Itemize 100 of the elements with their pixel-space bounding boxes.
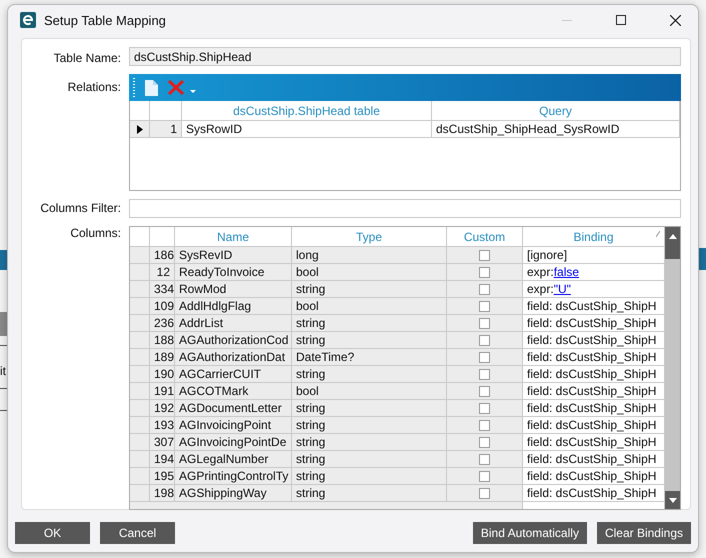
row-selector[interactable] xyxy=(130,247,150,264)
table-cell: RowMod xyxy=(175,281,292,298)
column-header[interactable]: Query xyxy=(432,101,680,121)
scroll-up-icon[interactable] xyxy=(668,234,676,238)
table-cell: AGDocumentLetter xyxy=(175,400,292,417)
row-number: 186 xyxy=(150,247,175,264)
field-label: Table Name: xyxy=(52,50,121,66)
field-label: Columns: xyxy=(69,226,121,242)
row-selector[interactable] xyxy=(130,264,150,281)
custom-checkbox[interactable] xyxy=(479,454,490,464)
table-cell: string xyxy=(292,451,447,468)
dialog-button[interactable]: OK xyxy=(15,522,90,544)
maximize-icon[interactable] xyxy=(616,15,626,25)
row-number: 236 xyxy=(150,315,175,332)
columns-filter-field[interactable] xyxy=(129,199,681,218)
dialog-button[interactable]: Cancel xyxy=(100,522,175,544)
window-title: Setup Table Mapping xyxy=(44,12,167,28)
current-row-icon xyxy=(136,124,142,134)
row-number: 193 xyxy=(150,417,175,434)
table-cell: AGAuthorizationDat xyxy=(175,349,292,366)
row-number: 307 xyxy=(150,434,175,451)
custom-checkbox[interactable] xyxy=(479,266,490,278)
row-selector[interactable] xyxy=(130,315,150,332)
custom-checkbox[interactable] xyxy=(479,386,490,396)
column-header[interactable]: Custom xyxy=(447,227,523,247)
binding-link[interactable]: false xyxy=(554,265,580,279)
table-cell: ReadyToInvoice xyxy=(175,264,292,281)
table-cell: AGInvoicingPointDe xyxy=(175,434,292,451)
table-cell: string xyxy=(292,417,447,434)
row-number: 188 xyxy=(150,332,175,349)
column-header[interactable]: dsCustShip.ShipHead table xyxy=(182,101,432,121)
dialog-button[interactable]: Clear Bindings xyxy=(596,522,691,544)
row-number: 334 xyxy=(150,281,175,298)
custom-checkbox[interactable] xyxy=(479,284,490,294)
row-number: 191 xyxy=(150,383,175,400)
table-cell: string xyxy=(292,485,447,502)
row-selector[interactable] xyxy=(130,468,150,485)
row-selector[interactable] xyxy=(130,281,150,298)
row-selector[interactable] xyxy=(130,417,150,434)
row-number: 198 xyxy=(150,485,175,502)
table-cell: dsCustShip_ShipHead_SysRowID xyxy=(432,121,680,138)
custom-checkbox[interactable] xyxy=(479,488,490,498)
row-selector[interactable] xyxy=(130,434,150,451)
row-selector[interactable] xyxy=(130,298,150,315)
row-selector[interactable] xyxy=(130,349,150,366)
custom-checkbox[interactable] xyxy=(479,334,490,346)
custom-checkbox[interactable] xyxy=(479,420,490,430)
table-cell: AddrList xyxy=(175,315,292,332)
column-header[interactable]: Type xyxy=(292,227,447,247)
column-header[interactable]: Name xyxy=(175,227,292,247)
table-cell: string xyxy=(292,434,447,451)
custom-checkbox[interactable] xyxy=(479,250,490,260)
row-selector[interactable] xyxy=(130,366,150,383)
table-cell: bool xyxy=(292,264,447,281)
binding-link[interactable]: "U" xyxy=(554,282,571,296)
custom-checkbox[interactable] xyxy=(479,402,490,414)
table-cell: string xyxy=(292,366,447,383)
table-cell: AddlHdlgFlag xyxy=(175,298,292,315)
scrollbar[interactable] xyxy=(665,227,680,509)
row-selector[interactable] xyxy=(130,383,150,400)
custom-checkbox[interactable] xyxy=(479,318,490,328)
row-number: 189 xyxy=(150,349,175,366)
field-label: Relations: xyxy=(66,79,121,96)
custom-checkbox[interactable] xyxy=(479,436,490,448)
column-mark-icon xyxy=(656,231,660,237)
table-cell: string xyxy=(292,315,447,332)
close-icon[interactable] xyxy=(670,14,680,26)
custom-checkbox[interactable] xyxy=(479,368,490,380)
custom-checkbox[interactable] xyxy=(479,352,490,362)
row-selector[interactable] xyxy=(130,400,150,417)
column-header[interactable]: Binding xyxy=(523,227,665,247)
table-cell: string xyxy=(292,281,447,298)
row-indicator[interactable] xyxy=(130,121,150,138)
scroll-thumb[interactable] xyxy=(665,245,680,259)
table-cell: long xyxy=(292,247,447,264)
app-logo-icon xyxy=(20,12,36,28)
row-selector[interactable] xyxy=(130,332,150,349)
row-selector[interactable] xyxy=(130,485,150,502)
table-cell: AGCarrierCUIT xyxy=(175,366,292,383)
custom-checkbox[interactable] xyxy=(479,300,490,312)
table-cell: DateTime? xyxy=(292,349,447,366)
custom-checkbox[interactable] xyxy=(479,470,490,482)
delete-icon[interactable] xyxy=(168,80,184,95)
dialog-button[interactable]: Bind Automatically xyxy=(472,522,587,544)
table-cell: SysRevID xyxy=(175,247,292,264)
scroll-down-icon[interactable] xyxy=(668,498,676,502)
row-number: 192 xyxy=(150,400,175,417)
caret-icon[interactable] xyxy=(190,90,196,93)
row-number: 195 xyxy=(150,468,175,485)
row-selector[interactable] xyxy=(130,451,150,468)
row-number: 1 xyxy=(150,121,182,138)
background-text: it xyxy=(0,364,6,378)
table-cell: AGLegalNumber xyxy=(175,451,292,468)
new-document-icon[interactable] xyxy=(145,80,158,96)
table-cell: AGAuthorizationCod xyxy=(175,332,292,349)
table-cell: SysRowID xyxy=(182,121,432,138)
table-cell: string xyxy=(292,400,447,417)
table-cell: AGCOTMark xyxy=(175,383,292,400)
table-name-field[interactable]: dsCustShip.ShipHead xyxy=(129,47,681,66)
table-cell: AGPrintingControlTy xyxy=(175,468,292,485)
